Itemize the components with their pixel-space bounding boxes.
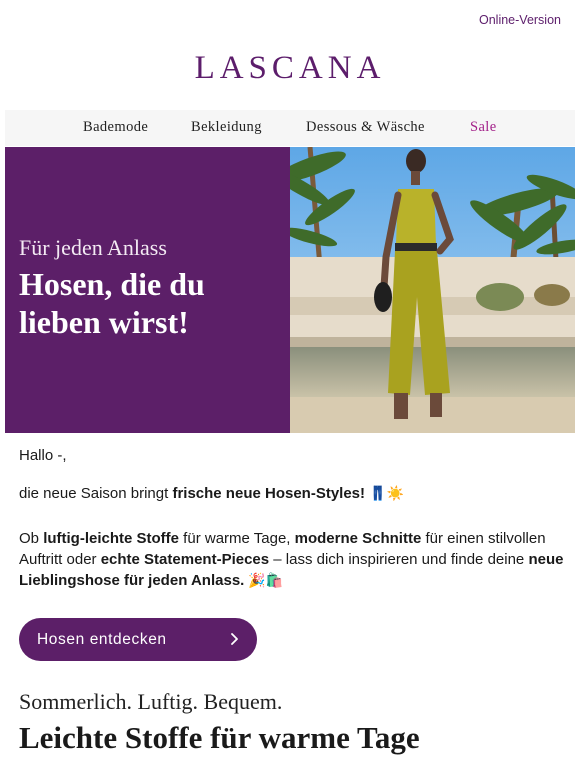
desc-text: Ob bbox=[19, 530, 44, 547]
chevron-right-icon bbox=[231, 633, 238, 645]
online-version-link[interactable]: Online-Version bbox=[479, 13, 561, 27]
desc-bold: luftig-leichte Stoffe bbox=[43, 530, 180, 547]
desc-emoji: 🎉🛍️ bbox=[244, 572, 284, 588]
intro-paragraph: die neue Saison bringt frische neue Hose… bbox=[19, 485, 404, 502]
section-title: Leichte Stoffe für warme Tage bbox=[19, 720, 420, 755]
nav-item-bekleidung[interactable]: Bekleidung bbox=[191, 119, 262, 136]
nav-item-bademode[interactable]: Bademode bbox=[83, 119, 148, 136]
greeting-text: Hallo -, bbox=[19, 447, 67, 464]
hero-photo-illustration bbox=[290, 147, 575, 433]
hero-image[interactable] bbox=[290, 147, 575, 433]
hero-text-panel: Für jeden Anlass Hosen, die du lieben wi… bbox=[5, 147, 290, 433]
lascana-logo[interactable]: LASCANA bbox=[0, 50, 580, 87]
description-paragraph: Ob luftig-leichte Stoffe für warme Tage,… bbox=[19, 528, 564, 591]
intro-emoji: 👖☀️ bbox=[369, 485, 405, 501]
nav-item-dessous[interactable]: Dessous & Wäsche bbox=[306, 119, 425, 136]
desc-bold: echte Statement-Pieces bbox=[100, 551, 270, 568]
intro-bold: frische neue Hosen-Styles! bbox=[172, 485, 366, 502]
main-nav: Bademode Bekleidung Dessous & Wäsche Sal… bbox=[5, 110, 575, 146]
desc-bold: moderne Schnitte bbox=[294, 530, 422, 547]
intro-text: die neue Saison bringt bbox=[19, 485, 173, 502]
nav-item-sale[interactable]: Sale bbox=[470, 119, 497, 136]
section-subtitle: Sommerlich. Luftig. Bequem. bbox=[19, 689, 283, 714]
hero-title: Hosen, die du lieben wirst! bbox=[19, 266, 205, 340]
hero-kicker: Für jeden Anlass bbox=[19, 235, 167, 260]
cta-label: Hosen entdecken bbox=[37, 630, 167, 648]
desc-text: – lass dich inspirieren und finde deine bbox=[269, 551, 529, 568]
desc-text: für warme Tage, bbox=[179, 530, 295, 547]
hero-banner[interactable]: Für jeden Anlass Hosen, die du lieben wi… bbox=[5, 147, 575, 433]
discover-trousers-button[interactable]: Hosen entdecken bbox=[19, 618, 257, 661]
